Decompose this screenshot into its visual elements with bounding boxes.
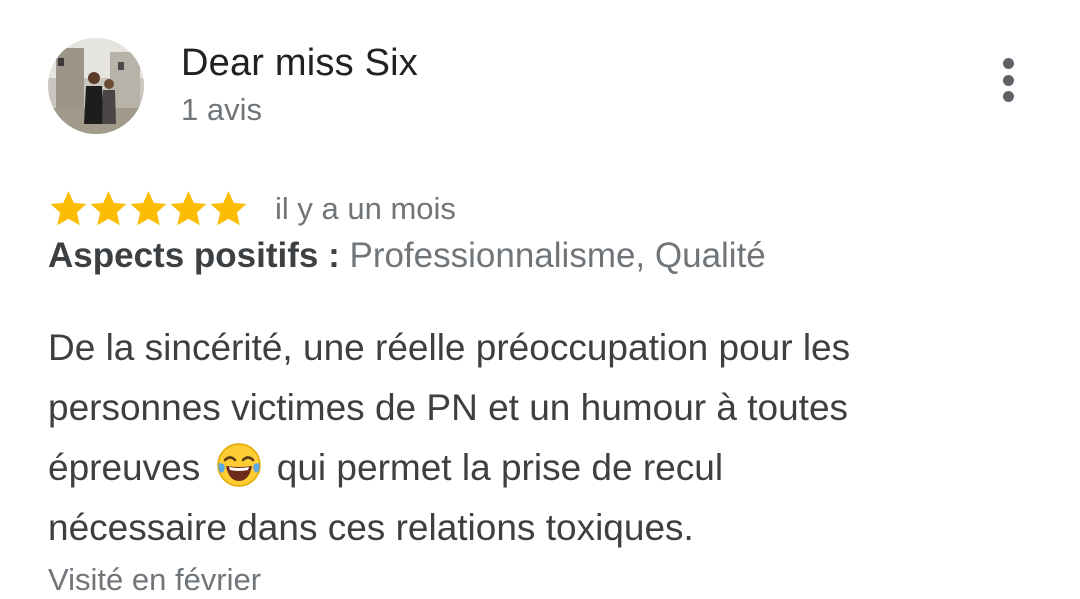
star-icon: [130, 190, 167, 225]
more-vertical-icon: [1002, 58, 1014, 69]
author-name[interactable]: Dear miss Six: [181, 40, 418, 86]
rating-row: il y a un mois: [48, 186, 456, 230]
star-icon: [50, 190, 87, 225]
review-date: il y a un mois: [275, 191, 456, 226]
avatar[interactable]: [48, 38, 144, 134]
review-line: De la sincérité, une réelle préoccupatio…: [48, 327, 851, 368]
review-line: épreuves qui permet la prise de recul: [48, 438, 1048, 498]
review-line: nécessaire dans ces relations toxiques.: [48, 507, 694, 548]
star-rating: [48, 188, 248, 229]
positive-aspects-label: Aspects positifs :: [48, 236, 340, 275]
author-review-count: 1 avis: [181, 92, 262, 127]
avatar-photo: [48, 38, 144, 134]
more-options-button[interactable]: [988, 56, 1028, 104]
star-icon: [90, 190, 127, 225]
tears-of-joy-emoji: [216, 443, 261, 487]
star-icon: [210, 190, 247, 225]
review-text: De la sincérité, une réelle préoccupatio…: [48, 318, 1048, 558]
star-icon: [170, 190, 207, 225]
positive-aspects-value: Professionnalisme, Qualité: [349, 236, 766, 275]
positive-aspects: Aspects positifs : Professionnalisme, Qu…: [48, 233, 766, 279]
review-line: personnes victimes de PN et un humour à …: [48, 387, 849, 428]
visit-date: Visité en février: [48, 562, 262, 597]
